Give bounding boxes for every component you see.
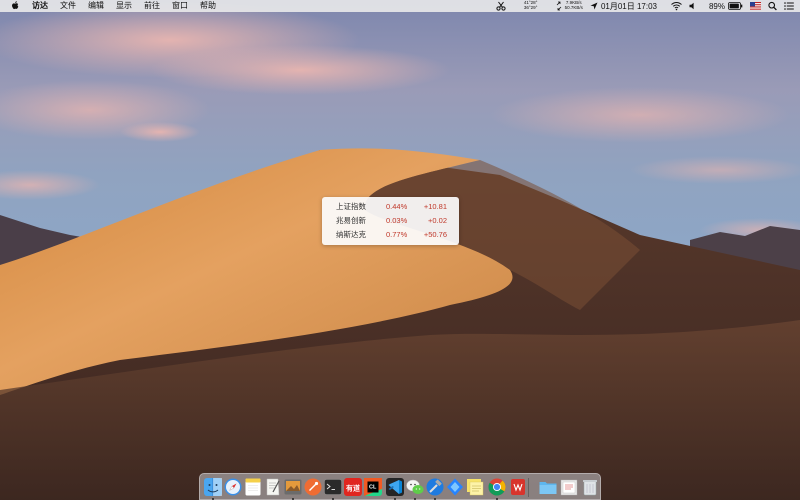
vscode-icon[interactable] — [385, 477, 405, 497]
notification-center-icon[interactable] — [784, 0, 794, 12]
us-flag-icon[interactable] — [750, 0, 761, 12]
trash-icon[interactable] — [580, 477, 600, 497]
finder-icon[interactable] — [203, 477, 223, 497]
document-stack-icon[interactable] — [559, 477, 579, 497]
gpu-temp: 36° — [523, 5, 531, 10]
menu-go[interactable]: 前往 — [138, 0, 166, 12]
network-arrows-icon — [556, 1, 561, 11]
battery-fill — [729, 3, 739, 9]
notes-icon[interactable] — [243, 477, 263, 497]
wechat-icon[interactable] — [405, 477, 425, 497]
chrome-icon[interactable] — [487, 477, 507, 497]
wps-icon[interactable] — [508, 477, 528, 497]
menu-file[interactable]: 文件 — [54, 0, 82, 12]
stock-change: +0.02 — [428, 216, 447, 225]
document-pen-icon[interactable] — [263, 477, 283, 497]
menu-help[interactable]: 帮助 — [194, 0, 222, 12]
sticky-note-icon[interactable] — [465, 477, 485, 497]
clion-icon[interactable]: CL — [363, 477, 383, 497]
compass-icon[interactable] — [223, 477, 243, 497]
stock-change: +50.76 — [423, 230, 447, 239]
menu-edit[interactable]: 编辑 — [82, 0, 110, 12]
menu-bar-clock[interactable]: 01月01日 17:03 — [601, 0, 657, 12]
clion-icon-label: CL — [369, 485, 377, 491]
stock-name: 兆易创新 — [336, 216, 366, 225]
menu-view[interactable]: 显示 — [110, 0, 138, 12]
stock-ticker-widget[interactable]: 上证指数 0.44% +10.81 兆易创新 0.03% +0.02 纳斯达克 … — [322, 197, 459, 245]
menu-bar: 访达 文件 编辑 显示 前往 窗口 帮助 41° 28° 36° 29° 7.9… — [0, 0, 800, 12]
youdao-icon[interactable]: 有道 — [343, 477, 363, 497]
folder-icon[interactable] — [538, 477, 558, 497]
stock-change: +10.81 — [423, 202, 447, 211]
spotlight-search-icon[interactable] — [768, 0, 777, 12]
battery-percent: 89% — [708, 1, 725, 11]
terminal-icon[interactable] — [323, 477, 343, 497]
location-arrow-icon[interactable] — [590, 0, 598, 12]
preview-icon[interactable] — [283, 477, 303, 497]
stock-row: 纳斯达克 0.77% +50.76 — [322, 229, 459, 241]
scissors-icon[interactable] — [496, 0, 506, 12]
postman-icon[interactable] — [303, 477, 323, 497]
menu-bar-status: 41° 28° 36° 29° 7.9KB/s 50.7KB/s 01月01日 … — [489, 0, 800, 12]
gpu-load: 29° — [530, 5, 538, 10]
cpu-gpu-monitor[interactable]: 41° 28° 36° 29° — [513, 0, 549, 12]
battery-icon[interactable] — [728, 0, 743, 12]
sourcetree-icon[interactable] — [445, 477, 465, 497]
menu-bar-left: 访达 文件 编辑 显示 前往 窗口 帮助 — [0, 0, 222, 12]
stock-row: 兆易创新 0.03% +0.02 — [322, 215, 459, 227]
dock-separator — [528, 478, 529, 497]
net-down-speed: 50.7KB/s — [564, 5, 583, 10]
hammer-icon[interactable] — [425, 477, 445, 497]
stock-name: 纳斯达克 — [336, 230, 366, 239]
desktop-wallpaper — [0, 0, 800, 500]
menu-finder[interactable]: 访达 — [26, 0, 54, 12]
network-speed-monitor[interactable]: 7.9KB/s 50.7KB/s — [565, 0, 583, 12]
menu-window[interactable]: 窗口 — [166, 0, 194, 12]
youdao-icon-label: 有道 — [346, 484, 360, 493]
stock-row: 上证指数 0.44% +10.81 — [322, 201, 459, 213]
speaker-icon[interactable] — [689, 0, 697, 12]
apple-logo-icon[interactable] — [10, 1, 20, 11]
dock: 有道 CL — [199, 473, 601, 500]
wifi-icon[interactable] — [671, 0, 682, 12]
stock-percent: 0.03% — [386, 216, 408, 225]
stock-name: 上证指数 — [336, 202, 366, 211]
